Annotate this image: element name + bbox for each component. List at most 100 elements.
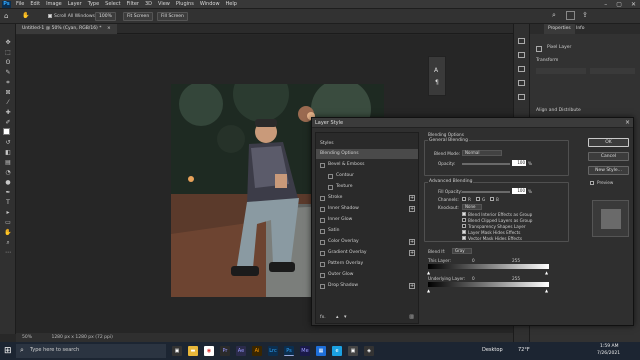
- store-icon[interactable]: ▦: [316, 346, 326, 356]
- transform-field-h[interactable]: [590, 68, 635, 74]
- fill-screen-button[interactable]: Fill Screen: [157, 12, 188, 21]
- menu-edit[interactable]: Edit: [27, 1, 43, 7]
- blend-if-select[interactable]: Gray: [452, 248, 472, 254]
- gradient-tool-icon[interactable]: ▤: [3, 158, 13, 167]
- eyedropper-tool-icon[interactable]: ⁄: [3, 98, 13, 107]
- windows-start-icon[interactable]: ⊞: [4, 346, 12, 356]
- move-down-icon[interactable]: ▾: [344, 314, 347, 320]
- style-checkbox[interactable]: [320, 261, 325, 267]
- app-icon-2[interactable]: ◈: [364, 346, 374, 356]
- move-tool-icon[interactable]: ✥: [3, 38, 13, 47]
- eraser-tool-icon[interactable]: ◧: [3, 148, 13, 157]
- advanced-option-checkbox[interactable]: [462, 212, 466, 216]
- blur-tool-icon[interactable]: ◔: [3, 168, 13, 177]
- preview-checkbox[interactable]: [590, 181, 594, 185]
- advanced-option-checkbox[interactable]: [462, 236, 466, 240]
- style-checkbox[interactable]: [328, 184, 333, 190]
- move-up-icon[interactable]: ▴: [336, 314, 339, 320]
- edge-icon[interactable]: e: [332, 346, 342, 356]
- zoom-100-button[interactable]: 100%: [95, 12, 116, 21]
- menu-view[interactable]: View: [155, 1, 173, 7]
- channel-r-checkbox[interactable]: [462, 197, 466, 201]
- advanced-option-checkbox[interactable]: [462, 224, 466, 228]
- this-layer-white-handle[interactable]: ▲: [545, 270, 548, 275]
- scroll-all-checkbox[interactable]: [48, 14, 52, 18]
- style-checkbox[interactable]: [320, 195, 325, 201]
- menu-file[interactable]: File: [13, 1, 27, 7]
- channels-panel-icon[interactable]: [518, 94, 525, 100]
- advanced-option-checkbox[interactable]: [462, 230, 466, 234]
- color-panel-icon[interactable]: [518, 52, 525, 58]
- close-window-button[interactable]: ✕: [631, 1, 636, 8]
- menu-help[interactable]: Help: [223, 1, 240, 7]
- file-explorer-icon[interactable]: ▬: [188, 346, 198, 356]
- style-item-drop-shadow[interactable]: Drop Shadow +: [316, 281, 418, 291]
- style-item-outer-glow[interactable]: Outer Glow: [316, 270, 418, 280]
- fill-opacity-field[interactable]: 100: [512, 188, 526, 194]
- style-checkbox[interactable]: [328, 173, 333, 179]
- menu-select[interactable]: Select: [102, 1, 123, 7]
- style-item-inner-glow[interactable]: Inner Glow: [316, 215, 418, 225]
- style-checkbox[interactable]: [320, 162, 325, 168]
- styles-header[interactable]: Styles: [316, 139, 418, 149]
- add-effect-icon[interactable]: +: [409, 283, 415, 289]
- underlying-black-handle[interactable]: ▲: [427, 288, 430, 293]
- channel-g-checkbox[interactable]: [476, 197, 480, 201]
- add-effect-icon[interactable]: +: [409, 195, 415, 201]
- style-item-pattern-overlay[interactable]: Pattern Overlay: [316, 259, 418, 269]
- lightroom-icon[interactable]: Lrc: [268, 346, 278, 356]
- style-item-bevel-emboss[interactable]: Bevel & Emboss: [316, 160, 418, 170]
- taskbar-search[interactable]: ⌕ Type here to search: [16, 344, 166, 358]
- menu-plugins[interactable]: Plugins: [173, 1, 197, 7]
- share-icon[interactable]: ⇪: [582, 11, 588, 19]
- style-item-inner-shadow[interactable]: Inner Shadow +: [316, 204, 418, 214]
- tab-info[interactable]: Info: [572, 24, 589, 34]
- document-tab[interactable]: Untitled-1 @ 50% (Cyan, RGB/16) * ×: [16, 24, 117, 34]
- style-checkbox[interactable]: [320, 228, 325, 234]
- frame-tool-icon[interactable]: ⊠: [3, 88, 13, 97]
- lasso-tool-icon[interactable]: ʘ: [3, 58, 13, 67]
- style-item-contour[interactable]: Contour: [316, 171, 418, 181]
- quick-select-tool-icon[interactable]: ✎: [3, 68, 13, 77]
- this-layer-black-handle[interactable]: ▲: [427, 270, 430, 275]
- opacity-slider[interactable]: [462, 163, 510, 165]
- underlying-white-handle[interactable]: ▲: [545, 288, 548, 293]
- add-effect-icon[interactable]: +: [409, 250, 415, 256]
- style-item-texture[interactable]: Texture: [316, 182, 418, 192]
- align-section[interactable]: Align and Distribute: [536, 108, 581, 113]
- photoshop-taskbar-icon[interactable]: Ps: [284, 346, 294, 356]
- style-checkbox[interactable]: [320, 283, 325, 289]
- style-checkbox[interactable]: [320, 217, 325, 223]
- style-item-color-overlay[interactable]: Color Overlay +: [316, 237, 418, 247]
- style-item-satin[interactable]: Satin: [316, 226, 418, 236]
- search-icon[interactable]: ⌕: [552, 11, 556, 20]
- more-tools-icon[interactable]: ⋯: [3, 248, 13, 257]
- path-select-tool-icon[interactable]: ▸: [3, 208, 13, 217]
- fit-screen-button[interactable]: Fit Screen: [123, 12, 154, 21]
- zoom-tool-icon[interactable]: ⌕: [3, 238, 13, 247]
- type-tool-icon[interactable]: T: [3, 198, 13, 207]
- desktop-toolbar[interactable]: Desktop: [482, 347, 503, 353]
- paragraph-panel-icon[interactable]: ¶: [435, 79, 439, 86]
- after-effects-icon[interactable]: Ae: [236, 346, 246, 356]
- clock-time[interactable]: 1:59 AM: [600, 344, 619, 349]
- history-brush-tool-icon[interactable]: ↺: [3, 138, 13, 147]
- foreground-color-swatch[interactable]: [3, 128, 10, 135]
- advanced-option-checkbox[interactable]: [462, 218, 466, 222]
- opacity-field[interactable]: 100: [512, 160, 526, 166]
- brush-tool-icon[interactable]: ✐: [3, 118, 13, 127]
- home-icon[interactable]: ⌂: [4, 12, 12, 20]
- chrome-icon[interactable]: ◉: [204, 346, 214, 356]
- dialog-close-icon[interactable]: ×: [625, 118, 630, 128]
- hand-tool-icon[interactable]: ✋: [22, 12, 32, 20]
- this-layer-gradient[interactable]: [428, 264, 549, 269]
- healing-brush-tool-icon[interactable]: ✚: [3, 108, 13, 117]
- menu-layer[interactable]: Layer: [65, 1, 85, 7]
- menu-image[interactable]: Image: [43, 1, 65, 7]
- menu-3d[interactable]: 3D: [142, 1, 155, 7]
- style-checkbox[interactable]: [320, 272, 325, 278]
- style-checkbox[interactable]: [320, 206, 325, 212]
- blend-mode-select[interactable]: Normal: [462, 150, 502, 156]
- trash-icon[interactable]: ▥: [409, 314, 414, 320]
- add-effect-icon[interactable]: +: [409, 239, 415, 245]
